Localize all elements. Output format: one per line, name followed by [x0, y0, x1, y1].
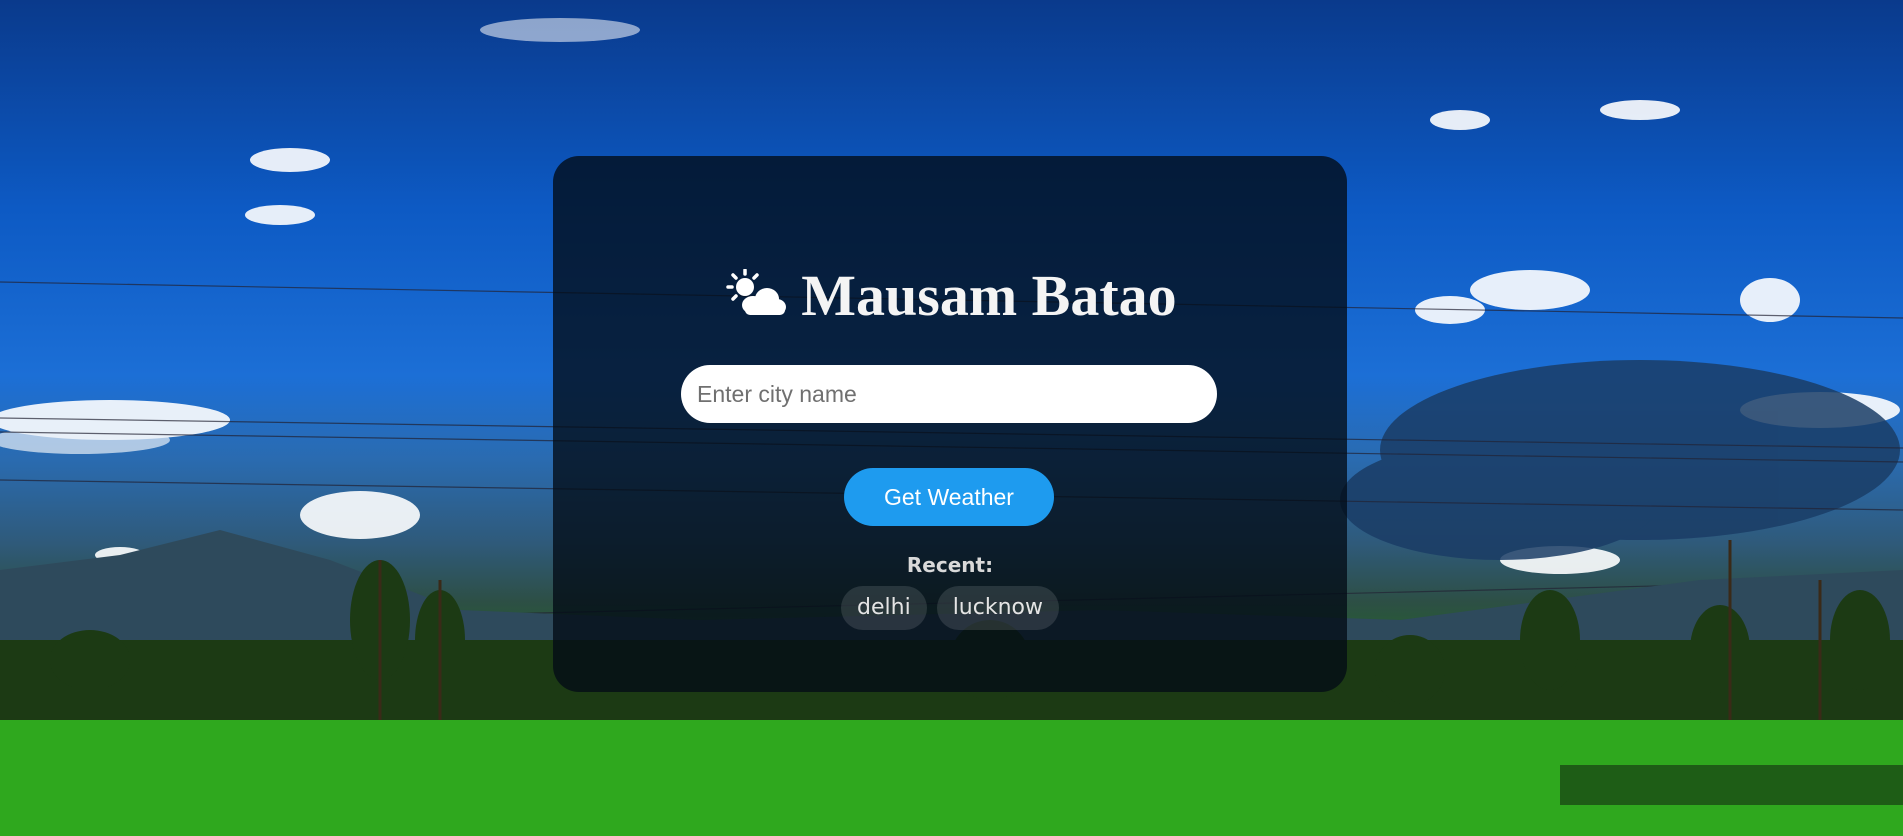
- city-search-input[interactable]: [681, 365, 1217, 423]
- recent-label: Recent:: [906, 553, 994, 577]
- app-title-text: Mausam Batao: [801, 263, 1177, 328]
- page-title: Mausam Batao: [553, 264, 1347, 328]
- weather-search-card: Mausam Batao Get Weather Recent: delhilu…: [553, 156, 1347, 692]
- recent-cities-list: delhi lucknow: [553, 586, 1347, 630]
- get-weather-button[interactable]: Get Weather: [844, 468, 1054, 526]
- recent-city-chip-lucknow[interactable]: lucknow: [936, 586, 1059, 630]
- recent-city-chip-delhi[interactable]: delhi: [841, 586, 927, 630]
- sun-behind-cloud-icon: [723, 268, 787, 318]
